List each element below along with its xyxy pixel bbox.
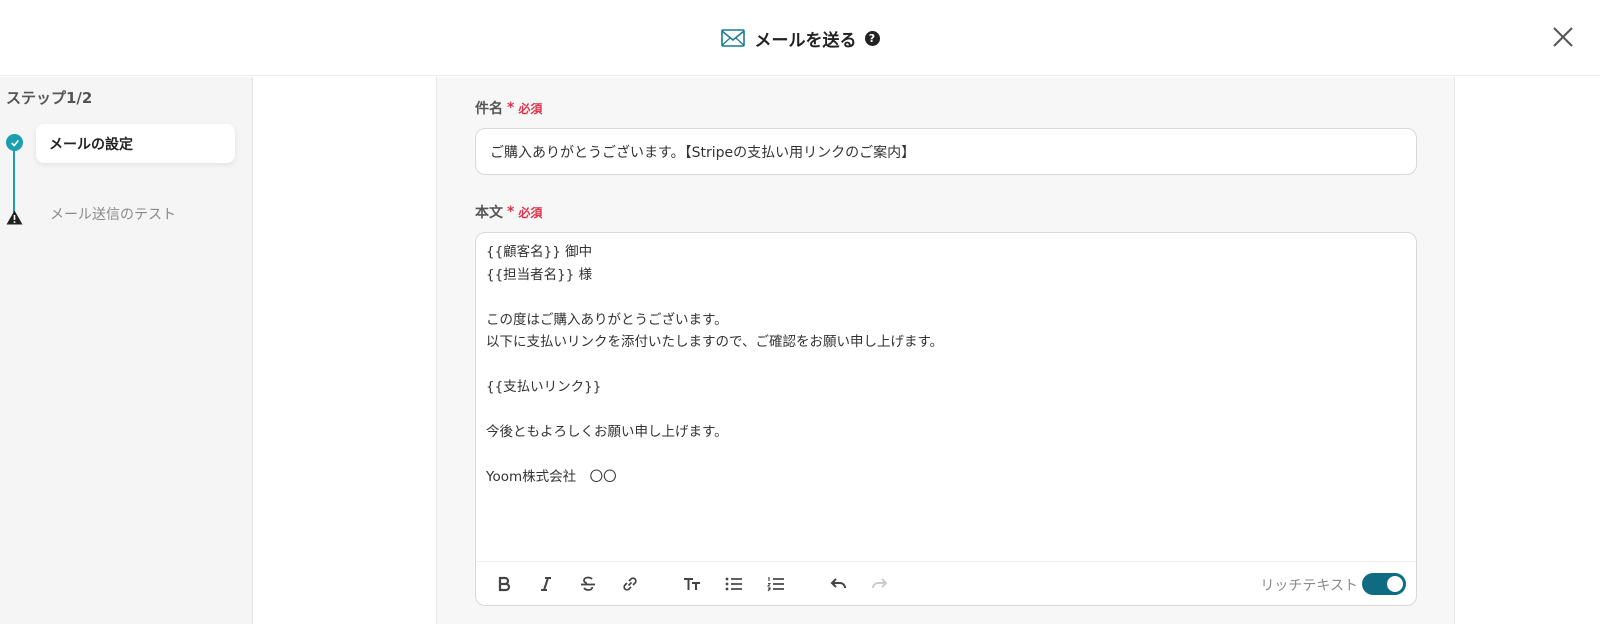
required-badge: 必須 bbox=[518, 205, 543, 220]
rich-text-label: リッチテキスト bbox=[1260, 578, 1358, 594]
subject-label: 件名 * 必須 bbox=[475, 98, 542, 118]
step-item-mail-test[interactable]: メール送信のテスト bbox=[50, 204, 176, 224]
bullet-list-button[interactable] bbox=[722, 572, 746, 596]
left-spacer bbox=[254, 77, 436, 624]
strikethrough-button[interactable] bbox=[576, 572, 600, 596]
toggle-knob bbox=[1387, 576, 1403, 592]
italic-button[interactable] bbox=[534, 572, 558, 596]
link-icon bbox=[623, 577, 637, 591]
step-item-mail-settings[interactable]: メールの設定 bbox=[36, 124, 235, 163]
required-mark: * bbox=[507, 204, 515, 220]
mail-icon bbox=[720, 28, 745, 48]
bullet-list-icon bbox=[725, 577, 742, 591]
bold-button[interactable] bbox=[492, 572, 516, 596]
body-editor[interactable]: {{顧客名}} 御中 {{担当者名}} 様 この度はご購入ありがとうございます。… bbox=[475, 232, 1417, 606]
page-title: メールを送る bbox=[754, 30, 857, 51]
italic-icon bbox=[541, 577, 551, 591]
editor-toolbar: リッチテキスト bbox=[476, 561, 1416, 605]
modal-header: メールを送る ? bbox=[0, 0, 1600, 76]
check-icon bbox=[6, 134, 23, 151]
text-size-button[interactable] bbox=[680, 572, 704, 596]
link-button[interactable] bbox=[618, 572, 642, 596]
strikethrough-icon bbox=[581, 576, 595, 591]
bold-icon bbox=[498, 576, 511, 592]
text-size-icon bbox=[684, 578, 700, 590]
warning-icon bbox=[6, 210, 23, 225]
numbered-list-icon bbox=[766, 577, 784, 592]
close-icon bbox=[1553, 27, 1573, 47]
body-label: 本文 * 必須 bbox=[475, 202, 542, 222]
numbered-list-button[interactable] bbox=[764, 572, 788, 596]
right-spacer bbox=[1455, 77, 1600, 624]
step-indicator: ステップ1/2 bbox=[6, 89, 93, 107]
rich-text-toggle[interactable] bbox=[1362, 573, 1406, 595]
body-label-text: 本文 bbox=[475, 205, 503, 221]
subject-label-text: 件名 bbox=[475, 101, 503, 117]
undo-icon bbox=[830, 578, 846, 589]
close-button[interactable] bbox=[1550, 24, 1576, 50]
redo-button[interactable] bbox=[868, 572, 892, 596]
required-badge: 必須 bbox=[518, 101, 543, 116]
help-icon[interactable]: ? bbox=[864, 30, 880, 46]
subject-input[interactable]: ご購入ありがとうございます。【Stripeの支払い用リンクのご案内】 bbox=[475, 128, 1417, 175]
modal-title: メールを送る ? bbox=[0, 24, 1600, 52]
redo-icon bbox=[872, 578, 888, 589]
required-mark: * bbox=[507, 100, 515, 116]
steps-sidebar: ステップ1/2 メールの設定 メール送信のテスト bbox=[0, 77, 253, 624]
undo-button[interactable] bbox=[826, 572, 850, 596]
step-connector bbox=[13, 143, 15, 213]
body-textarea[interactable]: {{顧客名}} 御中 {{担当者名}} 様 この度はご購入ありがとうございます。… bbox=[486, 241, 1406, 489]
mail-form: 件名 * 必須 ご購入ありがとうございます。【Stripeの支払い用リンクのご案… bbox=[436, 77, 1455, 624]
